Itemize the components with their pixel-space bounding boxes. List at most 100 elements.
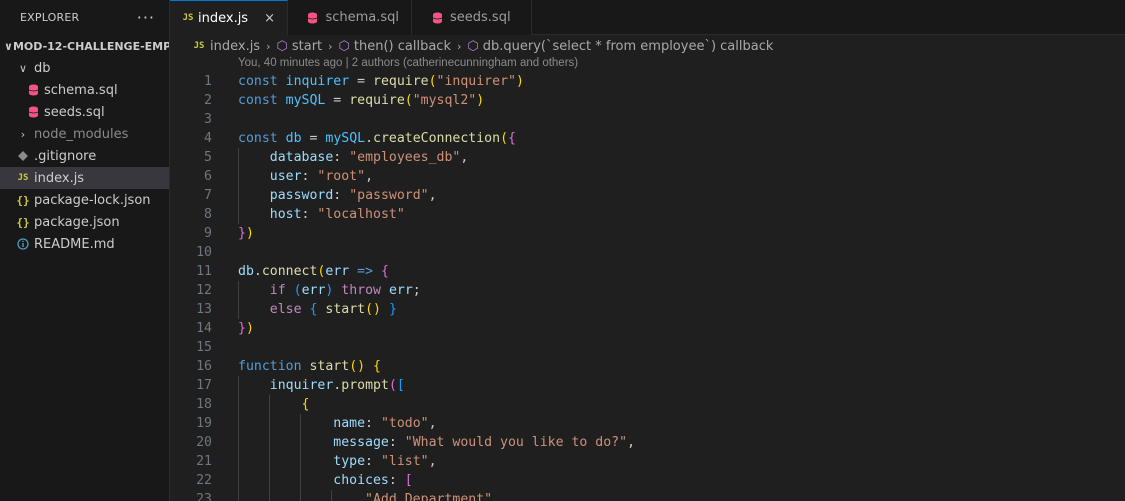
indent-guide — [269, 395, 270, 414]
code-line[interactable]: 5 database: "employees_db", — [170, 148, 1125, 167]
code-line[interactable]: 9}) — [170, 224, 1125, 243]
code-line[interactable]: 21 type: "list", — [170, 452, 1125, 471]
code-line[interactable]: 16 function start() { — [170, 357, 1125, 376]
code-line[interactable]: 7 password: "password", — [170, 186, 1125, 205]
tree-item-package-lock-json[interactable]: {} package-lock.json — [0, 189, 169, 211]
javascript-file-icon: JS — [182, 13, 194, 23]
code-text: inquirer.prompt([ — [269, 378, 405, 393]
tree-item-db[interactable]: ∨ db — [0, 57, 169, 79]
tree-item-label: README.md — [34, 236, 115, 252]
line-number: 8 — [204, 207, 212, 222]
tree-item-gitignore[interactable]: .gitignore — [0, 145, 169, 167]
code-text: const inquirer = require("inquirer") — [238, 74, 524, 89]
tree-item-label: package.json — [34, 214, 120, 230]
indent-guide — [238, 395, 239, 414]
code-text: const mySQL = require("mysql2") — [238, 93, 485, 108]
code-line[interactable]: 18 { — [170, 395, 1125, 414]
tree-item-label: seeds.sql — [44, 104, 105, 120]
tree-item-package-json[interactable]: {} package.json — [0, 211, 169, 233]
indent-guide — [331, 490, 332, 501]
database-icon — [24, 106, 42, 118]
indent-guide — [300, 452, 301, 471]
code-text: host: "localhost" — [269, 207, 405, 222]
explorer-header: EXPLORER ··· — [0, 0, 169, 35]
tab-seeds-sql[interactable]: seeds.sql — [412, 0, 532, 35]
code-line[interactable]: 3 — [170, 110, 1125, 129]
breadcrumb-item-start[interactable]: start — [292, 39, 322, 54]
tree-item-index-js[interactable]: JS index.js — [0, 167, 169, 189]
line-number: 4 — [204, 131, 212, 146]
tree-item-readme-md[interactable]: README.md — [0, 233, 169, 255]
javascript-file-icon: JS — [17, 173, 29, 183]
tree-item-label: db — [34, 60, 51, 76]
symbol-method-icon: ⬡ — [467, 38, 479, 54]
more-actions-icon[interactable]: ··· — [137, 8, 155, 27]
tab-label: schema.sql — [325, 10, 399, 25]
code-line[interactable]: 23 "Add Department", — [170, 490, 1125, 501]
code-text: function start() { — [238, 359, 381, 374]
line-number: 14 — [196, 321, 212, 336]
tree-item-schema-sql[interactable]: schema.sql — [0, 79, 169, 101]
code-line[interactable]: 10 — [170, 243, 1125, 262]
javascript-file-icon: JS — [193, 41, 205, 51]
line-number: 2 — [204, 93, 212, 108]
tree-item-seeds-sql[interactable]: seeds.sql — [0, 101, 169, 123]
code-line[interactable]: 11 db.connect(err => { — [170, 262, 1125, 281]
workspace-root-folder[interactable]: ∨ MOD-12-CHALLENGE-EMP... — [0, 35, 169, 57]
code-text: type: "list", — [333, 454, 437, 469]
code-line[interactable]: 20 message: "What would you like to do?"… — [170, 433, 1125, 452]
code-text: choices: [ — [333, 473, 413, 488]
database-icon — [304, 12, 321, 24]
code-line[interactable]: 2 const mySQL = require("mysql2") — [170, 91, 1125, 110]
code-line[interactable]: 22 choices: [ — [170, 471, 1125, 490]
line-number: 1 — [204, 74, 212, 89]
indent-guide — [238, 376, 239, 395]
code-line[interactable]: 4 const db = mySQL.createConnection({ — [170, 129, 1125, 148]
line-number: 10 — [196, 245, 212, 260]
tab-schema-sql[interactable]: schema.sql — [288, 0, 412, 35]
line-number: 16 — [196, 359, 212, 374]
line-number: 18 — [196, 397, 212, 412]
code-line[interactable]: 19 name: "todo", — [170, 414, 1125, 433]
breadcrumb-item-then-callback[interactable]: then() callback — [354, 39, 451, 54]
code-line[interactable]: 12 if (err) throw err; — [170, 281, 1125, 300]
database-icon — [428, 12, 446, 24]
code-editor[interactable]: You, 40 minutes ago | 2 authors (catheri… — [170, 57, 1125, 501]
line-number: 5 — [204, 150, 212, 165]
line-number: 19 — [196, 416, 212, 431]
breadcrumb-item-query-callback[interactable]: db.query(`select * from employee`) callb… — [483, 39, 774, 54]
symbol-method-icon: ⬡ — [338, 38, 350, 54]
indent-guide — [300, 433, 301, 452]
git-blame-annotation[interactable]: You, 40 minutes ago | 2 authors (catheri… — [238, 57, 578, 73]
indent-guide — [269, 433, 270, 452]
code-line[interactable]: 13 else { start() } — [170, 300, 1125, 319]
line-number: 12 — [196, 283, 212, 298]
code-line[interactable]: 14}) — [170, 319, 1125, 338]
tree-item-node-modules[interactable]: › node_modules — [0, 123, 169, 145]
indent-guide — [238, 471, 239, 490]
tab-index-js[interactable]: JS index.js × — [170, 0, 288, 35]
code-text: "Add Department", — [365, 492, 501, 501]
line-number: 17 — [196, 378, 212, 393]
code-line[interactable]: 15 — [170, 338, 1125, 357]
chevron-right-icon: › — [328, 39, 333, 53]
code-text: const db = mySQL.createConnection({ — [238, 131, 516, 146]
indent-guide — [238, 414, 239, 433]
code-text: }) — [238, 226, 254, 241]
indent-guide — [269, 414, 270, 433]
code-line[interactable]: 1 const inquirer = require("inquirer") — [170, 72, 1125, 91]
code-line[interactable]: 6 user: "root", — [170, 167, 1125, 186]
workspace-root-label: MOD-12-CHALLENGE-EMP... — [12, 39, 169, 53]
symbol-method-icon: ⬡ — [276, 38, 288, 54]
line-number: 15 — [196, 340, 212, 355]
code-line[interactable]: 8 host: "localhost" — [170, 205, 1125, 224]
indent-guide — [238, 490, 239, 501]
breadcrumb-item-file[interactable]: index.js — [210, 39, 260, 54]
chevron-right-icon: › — [20, 127, 26, 141]
close-icon[interactable]: × — [264, 11, 275, 26]
indent-guide — [238, 300, 239, 319]
code-line[interactable]: 17 inquirer.prompt([ — [170, 376, 1125, 395]
indent-guide — [238, 452, 239, 471]
info-icon — [14, 238, 32, 250]
tree-item-label: package-lock.json — [34, 192, 151, 208]
